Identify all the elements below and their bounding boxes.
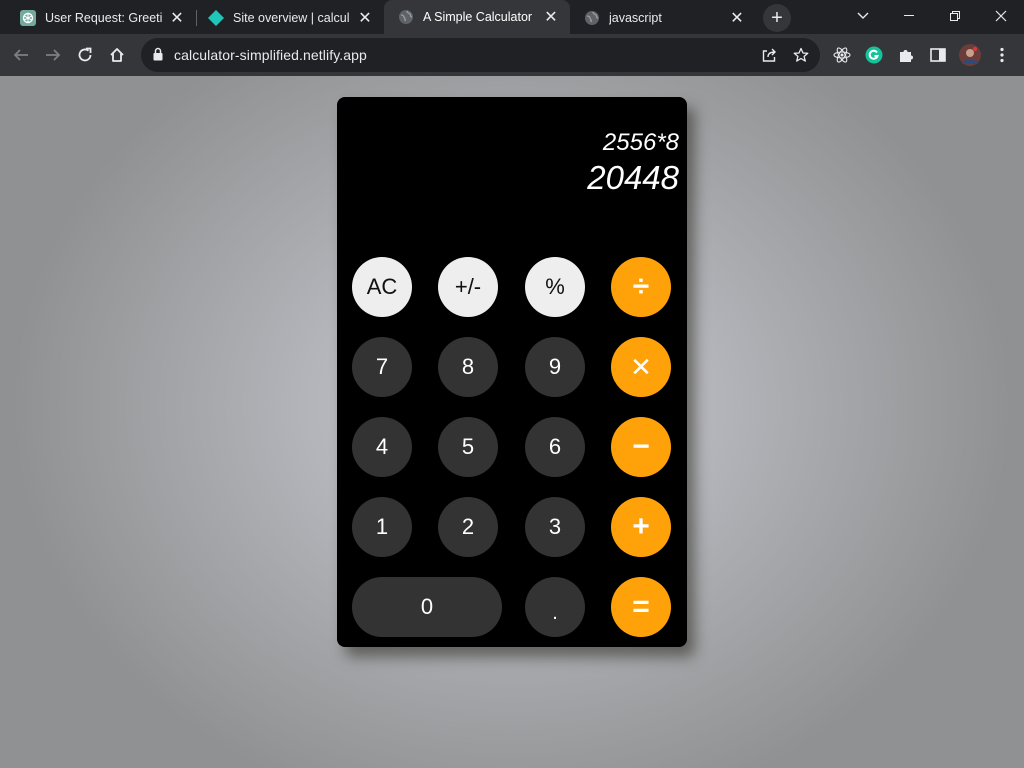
digit-0-button[interactable]: 0	[352, 577, 502, 637]
forward-arrow-icon	[46, 49, 61, 61]
tab-simple-calculator[interactable]: A Simple Calculator ✕	[384, 0, 570, 34]
minimize-button[interactable]	[886, 0, 932, 32]
all-clear-button[interactable]: AC	[352, 257, 412, 317]
minimize-icon	[904, 15, 914, 16]
digit-8-button[interactable]: 8	[438, 337, 498, 397]
close-tab-icon[interactable]: ✕	[168, 9, 186, 27]
result-text: 20448	[587, 159, 679, 196]
tab-user-request[interactable]: User Request: Greeting ✕	[6, 3, 196, 32]
tab-title: User Request: Greeting	[45, 10, 162, 25]
extensions-puzzle-icon[interactable]	[894, 43, 918, 67]
equals-button[interactable]: =	[611, 577, 671, 637]
tab-site-overview[interactable]: Site overview | calculator ✕	[194, 3, 384, 32]
close-tab-icon[interactable]: ✕	[728, 9, 746, 27]
digit-9-button[interactable]: 9	[525, 337, 585, 397]
calculator-display: 2556*8 20448	[587, 129, 679, 197]
netlify-icon	[208, 9, 224, 26]
grammarly-icon[interactable]	[862, 43, 886, 67]
tab-title: Site overview | calculator	[233, 10, 350, 25]
reload-icon	[78, 47, 92, 62]
restore-button[interactable]	[932, 0, 978, 32]
digit-7-button[interactable]: 7	[352, 337, 412, 397]
chevron-down-icon	[857, 12, 869, 19]
browser-toolbar: calculator-simplified.netlify.app	[0, 34, 1024, 76]
bookmark-star-icon[interactable]	[791, 45, 811, 65]
side-panel-icon[interactable]	[926, 43, 950, 67]
forward-button[interactable]	[37, 39, 69, 71]
add-button[interactable]: +	[611, 497, 671, 557]
restore-icon	[950, 11, 960, 21]
digit-4-button[interactable]: 4	[352, 417, 412, 477]
digit-2-button[interactable]: 2	[438, 497, 498, 557]
globe-icon	[584, 10, 600, 26]
decimal-button[interactable]: .	[525, 577, 585, 637]
tab-title: javascript	[609, 10, 662, 25]
home-icon	[110, 48, 124, 62]
calculator: 2556*8 20448 AC +/- % ÷ 7 8 9 ✕ 4 5 6 − …	[337, 97, 687, 647]
back-arrow-icon	[13, 49, 28, 61]
expression-text: 2556*8	[602, 129, 679, 156]
tab-title: A Simple Calculator	[423, 10, 533, 24]
profile-avatar[interactable]	[958, 43, 982, 67]
chatgpt-icon	[20, 9, 36, 26]
close-tab-icon[interactable]: ✕	[542, 8, 560, 26]
close-icon	[995, 10, 1007, 22]
multiply-button[interactable]: ✕	[611, 337, 671, 397]
menu-kebab-icon[interactable]	[990, 43, 1014, 67]
share-icon[interactable]	[759, 45, 779, 65]
globe-icon	[398, 9, 414, 25]
subtract-button[interactable]: −	[611, 417, 671, 477]
page-viewport: 2556*8 20448 AC +/- % ÷ 7 8 9 ✕ 4 5 6 − …	[0, 76, 1024, 768]
url-text: calculator-simplified.netlify.app	[174, 47, 367, 63]
tab-search-button[interactable]	[840, 0, 886, 32]
react-devtools-icon[interactable]	[830, 43, 854, 67]
tab-javascript[interactable]: javascript ✕	[570, 3, 756, 32]
digit-5-button[interactable]: 5	[438, 417, 498, 477]
address-bar[interactable]: calculator-simplified.netlify.app	[141, 38, 820, 72]
close-window-button[interactable]	[978, 0, 1024, 32]
home-button[interactable]	[101, 39, 133, 71]
divide-button[interactable]: ÷	[611, 257, 671, 317]
new-tab-button[interactable]: +	[763, 4, 791, 32]
digit-3-button[interactable]: 3	[525, 497, 585, 557]
close-tab-icon[interactable]: ✕	[356, 9, 374, 27]
digit-1-button[interactable]: 1	[352, 497, 412, 557]
tab-strip: User Request: Greeting ✕ Site overview |…	[0, 0, 1024, 38]
reload-button[interactable]	[69, 39, 101, 71]
back-button[interactable]	[5, 39, 37, 71]
toggle-sign-button[interactable]: +/-	[438, 257, 498, 317]
percent-button[interactable]: %	[525, 257, 585, 317]
lock-icon	[153, 47, 163, 66]
digit-6-button[interactable]: 6	[525, 417, 585, 477]
